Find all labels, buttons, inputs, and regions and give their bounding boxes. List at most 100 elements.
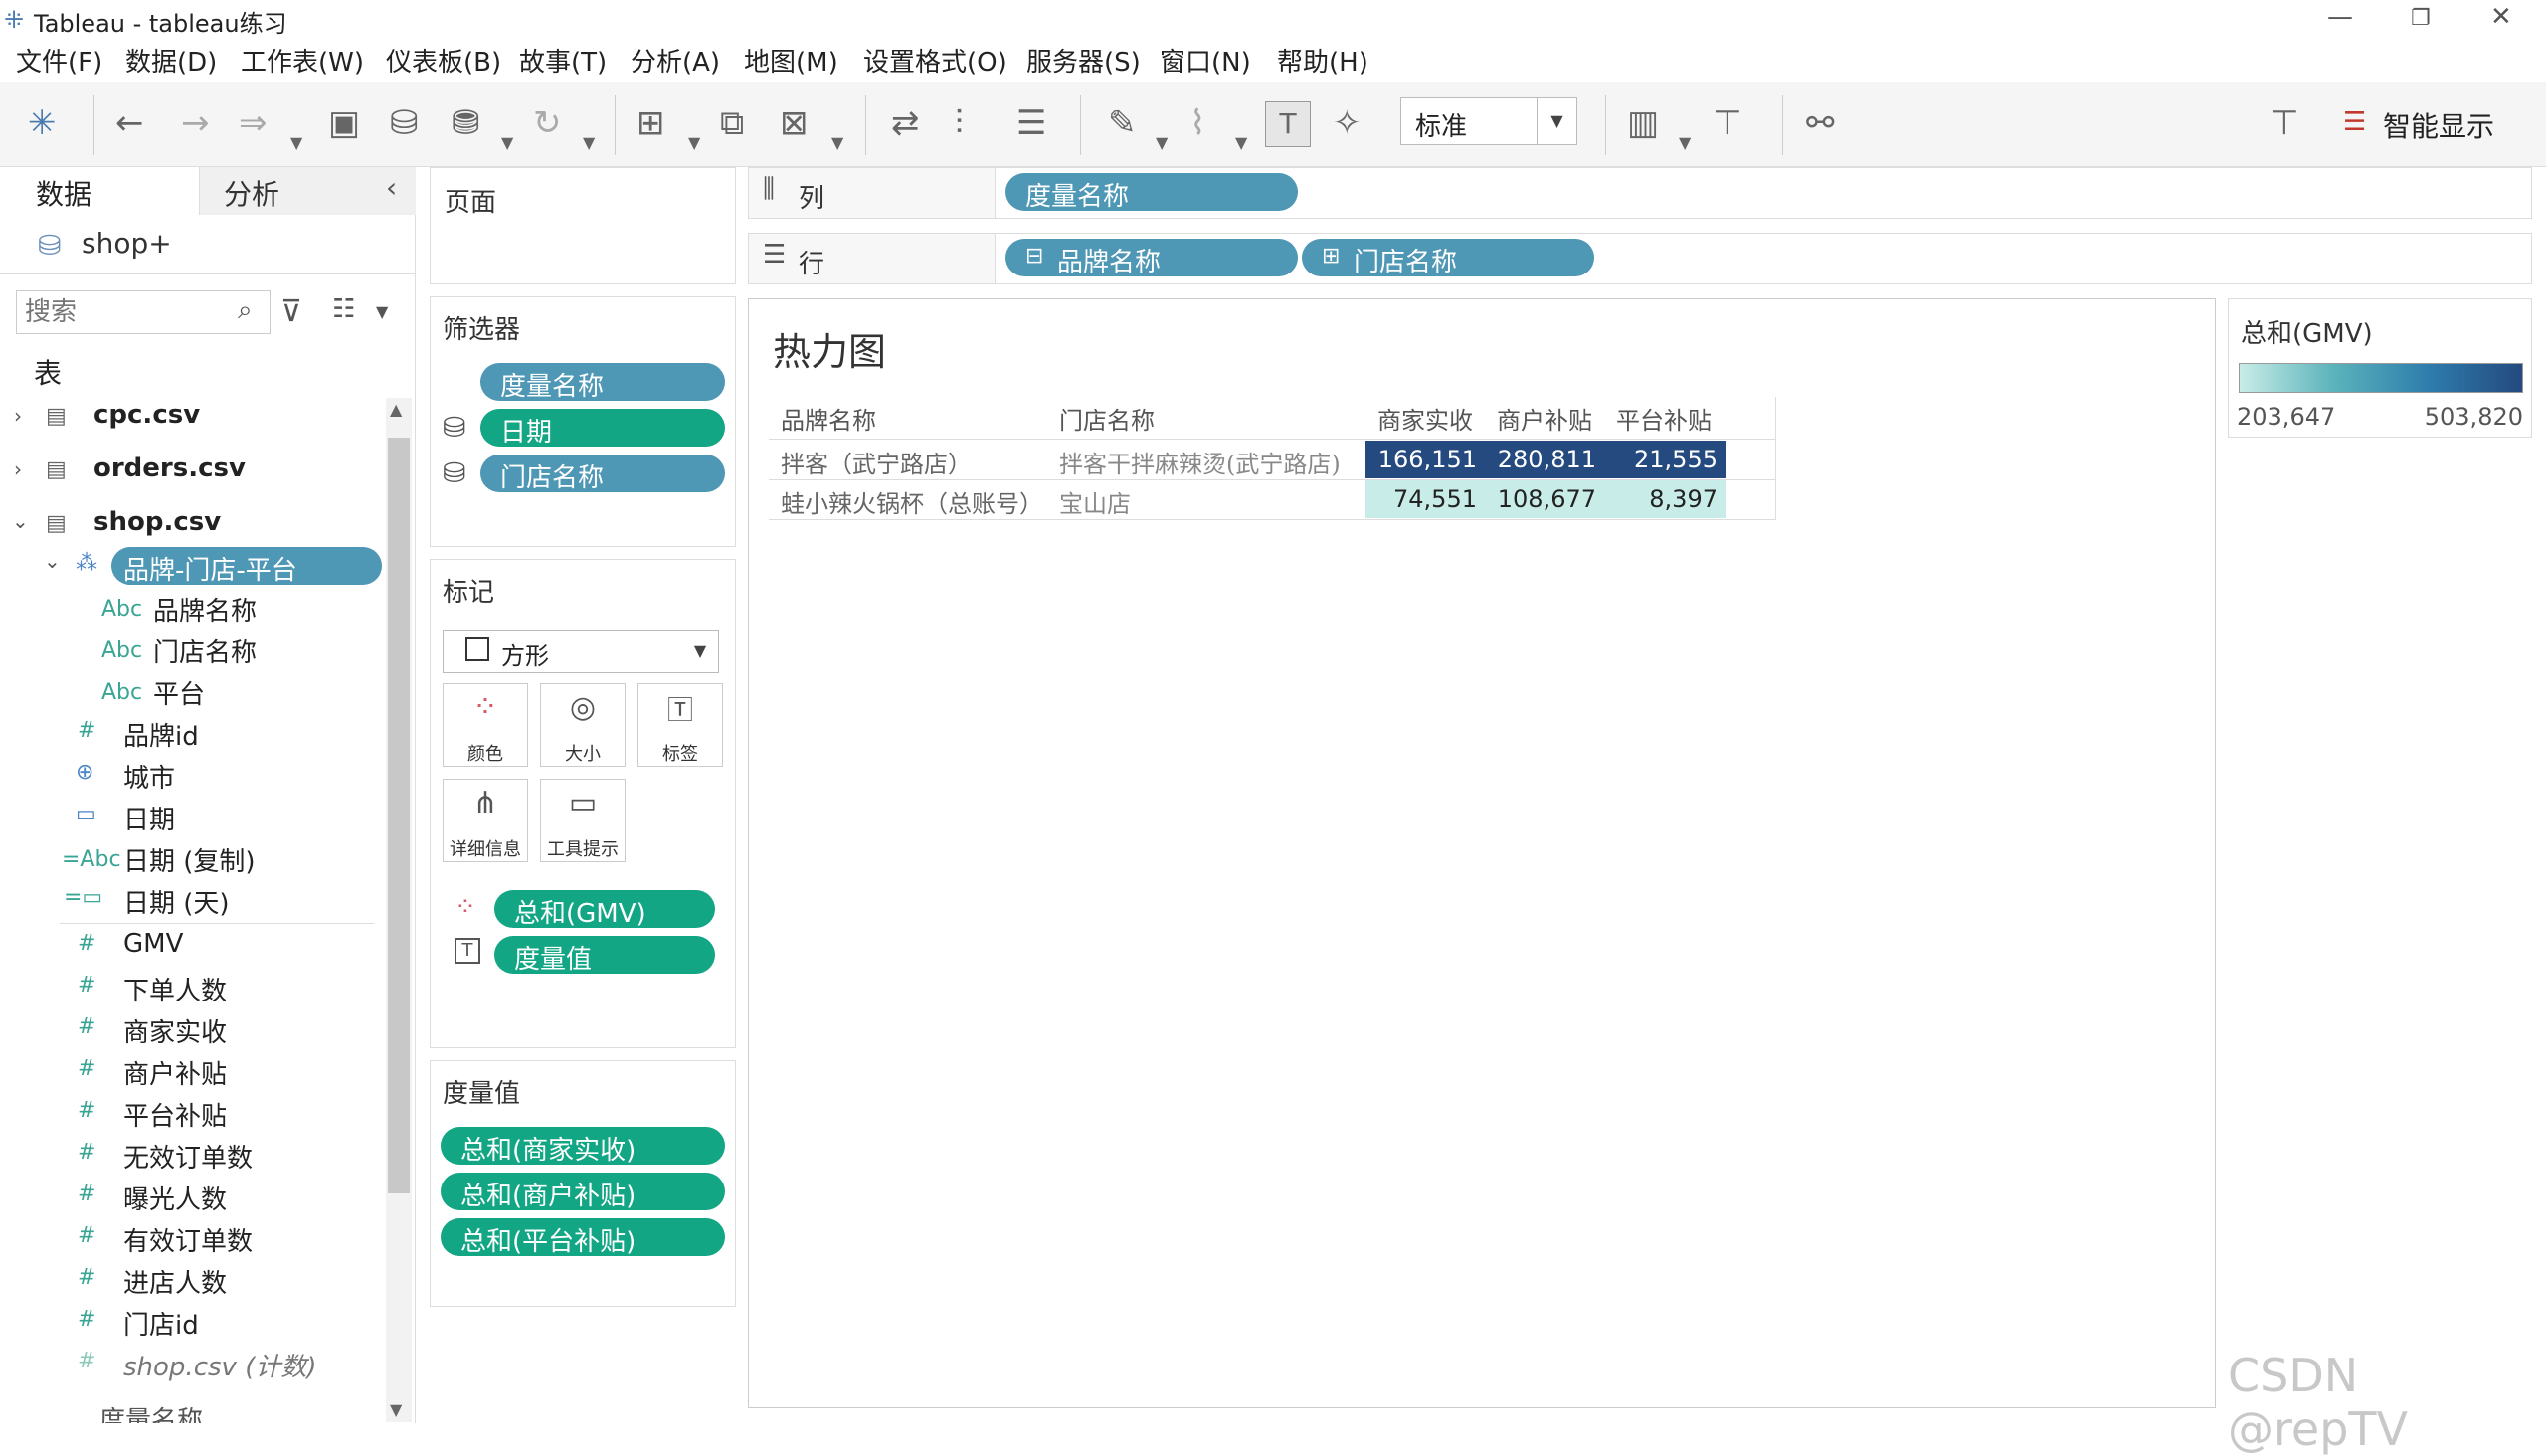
field-visitors[interactable]: # 进店人数 [0, 1261, 388, 1301]
field-platform-subsidy[interactable]: # 平台补贴 [0, 1094, 388, 1134]
show-me-icon[interactable]: ☰ [2343, 107, 2366, 137]
table-shop[interactable]: ⌄ ▤ shop.csv [0, 505, 388, 545]
measure-pill-platform-subsidy[interactable]: 总和(平台补贴) [441, 1218, 725, 1257]
label-button[interactable]: 🅃 标签 [637, 683, 723, 767]
chevron-down-icon[interactable]: ⌄ [44, 549, 61, 573]
detail-button[interactable]: ⋔ 详细信息 [443, 779, 528, 862]
tableau-home-icon[interactable]: ✳ [28, 101, 57, 145]
menu-data[interactable]: 数据(D) [125, 42, 217, 79]
replay-icon[interactable]: ⇒ [239, 101, 268, 145]
close-icon[interactable]: ✕ [2490, 2, 2512, 32]
clear-sheet-icon[interactable]: ⊠ [780, 101, 809, 145]
measure-pill-merchant-income[interactable]: 总和(商家实收) [441, 1127, 725, 1166]
group-caret-icon[interactable]: ▼ [1235, 115, 1247, 165]
minimize-icon[interactable]: — [2327, 2, 2353, 32]
chevron-down-icon[interactable]: ▼ [682, 631, 718, 672]
highlight-caret-icon[interactable]: ▼ [1156, 115, 1168, 165]
field-platform[interactable]: Abc 平台 [0, 672, 388, 712]
sort-descending-icon[interactable]: ☰ [1016, 101, 1046, 145]
menu-window[interactable]: 窗口(N) [1160, 42, 1251, 79]
scroll-thumb[interactable] [388, 438, 410, 1193]
collapse-pane-icon[interactable]: ‹ [386, 171, 397, 204]
menu-analysis[interactable]: 分析(A) [631, 42, 720, 79]
scroll-down-icon[interactable]: ▼ [390, 1400, 402, 1419]
show-cards-caret-icon[interactable]: ▼ [1679, 115, 1691, 165]
worksheet-view[interactable]: 热力图 品牌名称 门店名称 商家实收 商户补贴 平台补贴 拌客（武宁路店） 拌客… [748, 298, 2216, 1408]
measure-pill-merchant-subsidy[interactable]: 总和(商户补贴) [441, 1173, 725, 1211]
chevron-down-icon[interactable]: ▼ [376, 302, 388, 321]
field-date[interactable]: ▭ 日期 [0, 798, 388, 837]
menu-story[interactable]: 故事(T) [519, 42, 607, 79]
scrollbar[interactable]: ▲ ▼ [386, 398, 412, 1422]
header-platform-subsidy[interactable]: 平台补贴 [1616, 401, 1712, 436]
filter-pill-store-name[interactable]: 门店名称 [480, 455, 725, 493]
marks-pill-measure-values[interactable]: 度量值 [494, 936, 715, 975]
filter-icon[interactable]: ⊽ [280, 294, 302, 329]
columns-shelf[interactable]: ⫼ 列 度量名称 [748, 167, 2532, 219]
highlight-icon[interactable]: ✎ [1108, 101, 1137, 145]
field-invalid-orders[interactable]: # 无效订单数 [0, 1136, 388, 1176]
collapse-hierarchy-icon[interactable]: ⊟ [1025, 244, 1043, 269]
clear-caret-icon[interactable]: ▼ [831, 115, 843, 165]
row-brand-label[interactable]: 蛙小辣火锅杯（总账号） [781, 484, 1043, 519]
header-brand-name[interactable]: 品牌名称 [781, 401, 876, 436]
filter-pill-measure-names[interactable]: 度量名称 [480, 363, 725, 402]
show-me-button[interactable]: 智能显示 [2383, 105, 2494, 145]
chevron-down-icon[interactable]: ⌄ [12, 509, 29, 533]
menu-map[interactable]: 地图(M) [744, 42, 838, 79]
undo-icon[interactable]: ← [115, 101, 144, 145]
pause-caret-icon[interactable]: ▼ [501, 115, 513, 165]
table-orders[interactable]: › ▤ orders.csv [0, 452, 388, 491]
chevron-right-icon[interactable]: › [14, 404, 22, 428]
rows-shelf[interactable]: ☰ 行 ⊟ 品牌名称 ⊞ 门店名称 [748, 233, 2532, 284]
field-order-users[interactable]: # 下单人数 [0, 969, 388, 1008]
field-record-count[interactable]: # shop.csv (计数) [0, 1345, 388, 1384]
search-box[interactable]: ⌕ [16, 290, 271, 334]
row-store-label[interactable]: 宝山店 [1059, 484, 1131, 519]
color-legend[interactable]: 总和(GMV) 203,647 503,820 [2228, 298, 2532, 438]
field-measure-names[interactable]: 度量名称 [0, 1400, 388, 1423]
replay-caret-icon[interactable]: ▼ [290, 115, 302, 165]
heat-cell[interactable]: 280,811 [1485, 441, 1604, 478]
menu-server[interactable]: 服务器(S) [1026, 42, 1141, 79]
field-valid-orders[interactable]: # 有效订单数 [0, 1219, 388, 1259]
filters-card[interactable]: 筛选器 度量名称 ⛁ 日期 ⛁ 门店名称 [430, 296, 736, 547]
heat-cell[interactable]: 108,677 [1485, 480, 1604, 518]
heat-cell[interactable]: 8,397 [1604, 480, 1726, 518]
heat-cell[interactable]: 74,551 [1365, 480, 1485, 518]
refresh-caret-icon[interactable]: ▼ [583, 115, 595, 165]
save-icon[interactable]: ▣ [328, 101, 360, 145]
header-merchant-subsidy[interactable]: 商户补贴 [1497, 401, 1592, 436]
expand-hierarchy-icon[interactable]: ⊞ [1322, 244, 1340, 269]
columns-pill-measure-names[interactable]: 度量名称 [1005, 173, 1298, 212]
menu-format[interactable]: 设置格式(O) [863, 42, 1007, 79]
show-mark-labels-icon[interactable]: T [1265, 101, 1311, 147]
ask-data-icon[interactable]: ⊤ [2270, 101, 2299, 145]
field-store-name[interactable]: Abc 门店名称 [0, 631, 388, 670]
fit-select[interactable]: 标准 ▼ [1400, 97, 1577, 145]
search-input[interactable] [25, 295, 224, 329]
sort-ascending-icon[interactable]: ⫶ [955, 101, 964, 145]
heat-cell[interactable]: 166,151 [1365, 441, 1485, 478]
duplicate-sheet-icon[interactable]: ⧉ [720, 101, 744, 145]
refresh-icon[interactable]: ↻ [533, 101, 562, 145]
rows-pill-store-name[interactable]: ⊞ 门店名称 [1302, 239, 1594, 277]
new-worksheet-caret-icon[interactable]: ▼ [688, 115, 700, 165]
row-store-label[interactable]: 拌客干拌麻辣烫(武宁路店) [1059, 445, 1341, 479]
field-store-id[interactable]: # 门店id [0, 1303, 388, 1343]
menu-dashboard[interactable]: 仪表板(B) [386, 42, 501, 79]
field-merchant-subsidy[interactable]: # 商户补贴 [0, 1052, 388, 1092]
measure-values-card[interactable]: 度量值 总和(商家实收) 总和(商户补贴) 总和(平台补贴) [430, 1060, 736, 1307]
swap-rows-columns-icon[interactable]: ⇄ [891, 101, 920, 145]
tab-data[interactable]: 数据 [0, 167, 199, 215]
show-cards-icon[interactable]: ▥ [1627, 101, 1659, 145]
field-city[interactable]: ⊕ 城市 [0, 756, 388, 796]
new-worksheet-icon[interactable]: ⊞ [636, 101, 665, 145]
filter-pill-date[interactable]: 日期 [480, 409, 725, 448]
tab-analysis[interactable]: 分析 [199, 167, 416, 215]
group-members-icon[interactable]: ⌇ [1189, 101, 1206, 145]
mark-type-select[interactable]: 方形 ▼ [443, 630, 719, 673]
field-date-copy[interactable]: =Abc 日期 (复制) [0, 839, 388, 879]
tooltip-button[interactable]: ▭ 工具提示 [540, 779, 626, 862]
marks-pill-gmv[interactable]: 总和(GMV) [494, 890, 715, 929]
